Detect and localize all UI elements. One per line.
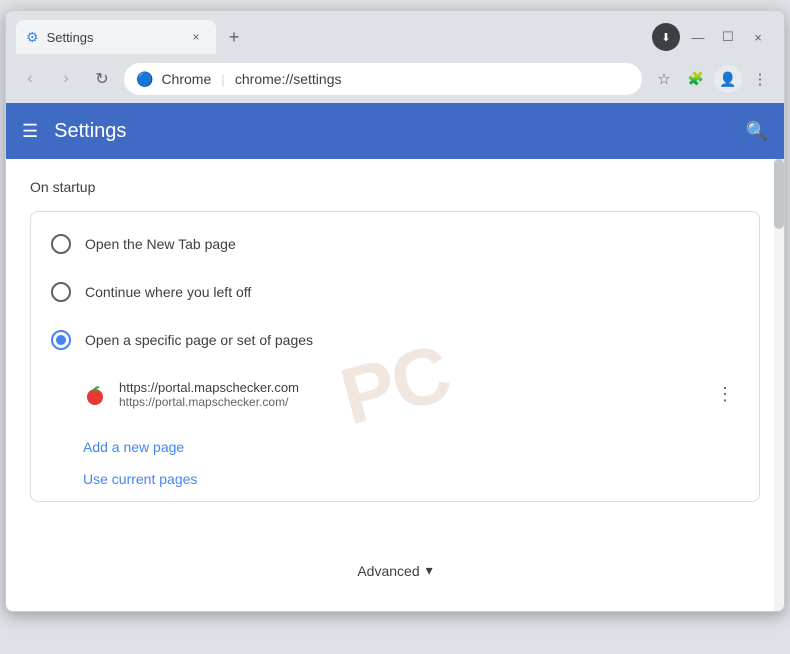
back-button[interactable]: ‹ [16,65,44,93]
page-favicon [83,383,107,407]
options-card: Open the New Tab page Continue where you… [30,211,760,502]
advanced-label: Advanced [357,563,419,579]
scroll-track[interactable] [774,159,784,611]
tab-title: Settings [47,30,94,45]
chrome-menu-button[interactable]: ⋮ [746,65,774,93]
browser-window: ⚙ Settings × + ⬇ — ☐ × ‹ › ↻ 🔵 Chrome | … [5,10,785,612]
settings-body: PC On startup Open the New Tab page Cont… [6,159,784,611]
tab-close-button[interactable]: × [186,27,206,47]
section-title: On startup [30,179,760,195]
refresh-button[interactable]: ↻ [88,65,116,93]
omnibox-path: chrome://settings [235,71,342,87]
maximize-button[interactable]: ☐ [716,25,740,49]
toolbar-right: ☆ 🧩 👤 ⋮ [650,65,774,93]
new-tab-button[interactable]: + [220,23,248,51]
omnibox-separator: | [221,71,225,87]
scroll-thumb[interactable] [774,159,784,229]
use-current-pages-button[interactable]: Use current pages [31,461,759,493]
omnibox-host: Chrome [161,71,211,87]
bookmark-button[interactable]: ☆ [650,65,678,93]
omnibox-favicon: 🔵 [136,71,153,88]
close-button[interactable]: × [746,25,770,49]
address-bar: ‹ › ↻ 🔵 Chrome | chrome://settings ☆ 🧩 👤… [6,55,784,103]
download-indicator[interactable]: ⬇ [652,23,680,51]
option-continue[interactable]: Continue where you left off [31,268,759,316]
radio-new-tab[interactable] [51,234,71,254]
startup-pages-container: https://portal.mapschecker.com https://p… [31,364,759,429]
option-continue-label: Continue where you left off [85,284,251,300]
on-startup-section: On startup Open the New Tab page Continu… [6,159,784,522]
add-new-page-button[interactable]: Add a new page [31,429,759,461]
extensions-button[interactable]: 🧩 [682,65,710,93]
advanced-arrow-icon: ▾ [426,562,433,579]
radio-continue[interactable] [51,282,71,302]
profile-button[interactable]: 👤 [714,65,742,93]
option-new-tab[interactable]: Open the New Tab page [31,220,759,268]
option-specific[interactable]: Open a specific page or set of pages [31,316,759,364]
title-bar: ⚙ Settings × + ⬇ — ☐ × [6,11,784,55]
page-menu-button[interactable]: ⋮ [711,381,739,409]
advanced-section[interactable]: Advanced ▾ [6,542,784,599]
page-url: https://portal.mapschecker.com/ [119,395,699,409]
tab-favicon: ⚙ [26,29,39,46]
page-name: https://portal.mapschecker.com [119,380,699,395]
startup-page-item: https://portal.mapschecker.com https://p… [83,372,739,417]
page-info: https://portal.mapschecker.com https://p… [119,380,699,409]
option-specific-label: Open a specific page or set of pages [85,332,313,348]
forward-button[interactable]: › [52,65,80,93]
settings-header: ☰ Settings 🔍 [6,103,784,159]
settings-header-title: Settings [54,120,126,143]
radio-specific[interactable] [51,330,71,350]
settings-tab[interactable]: ⚙ Settings × [16,20,216,54]
minimize-button[interactable]: — [686,25,710,49]
option-new-tab-label: Open the New Tab page [85,236,236,252]
radio-specific-fill [56,335,66,345]
hamburger-icon[interactable]: ☰ [22,121,38,142]
settings-search-icon[interactable]: 🔍 [746,121,768,142]
omnibox[interactable]: 🔵 Chrome | chrome://settings [124,63,642,95]
